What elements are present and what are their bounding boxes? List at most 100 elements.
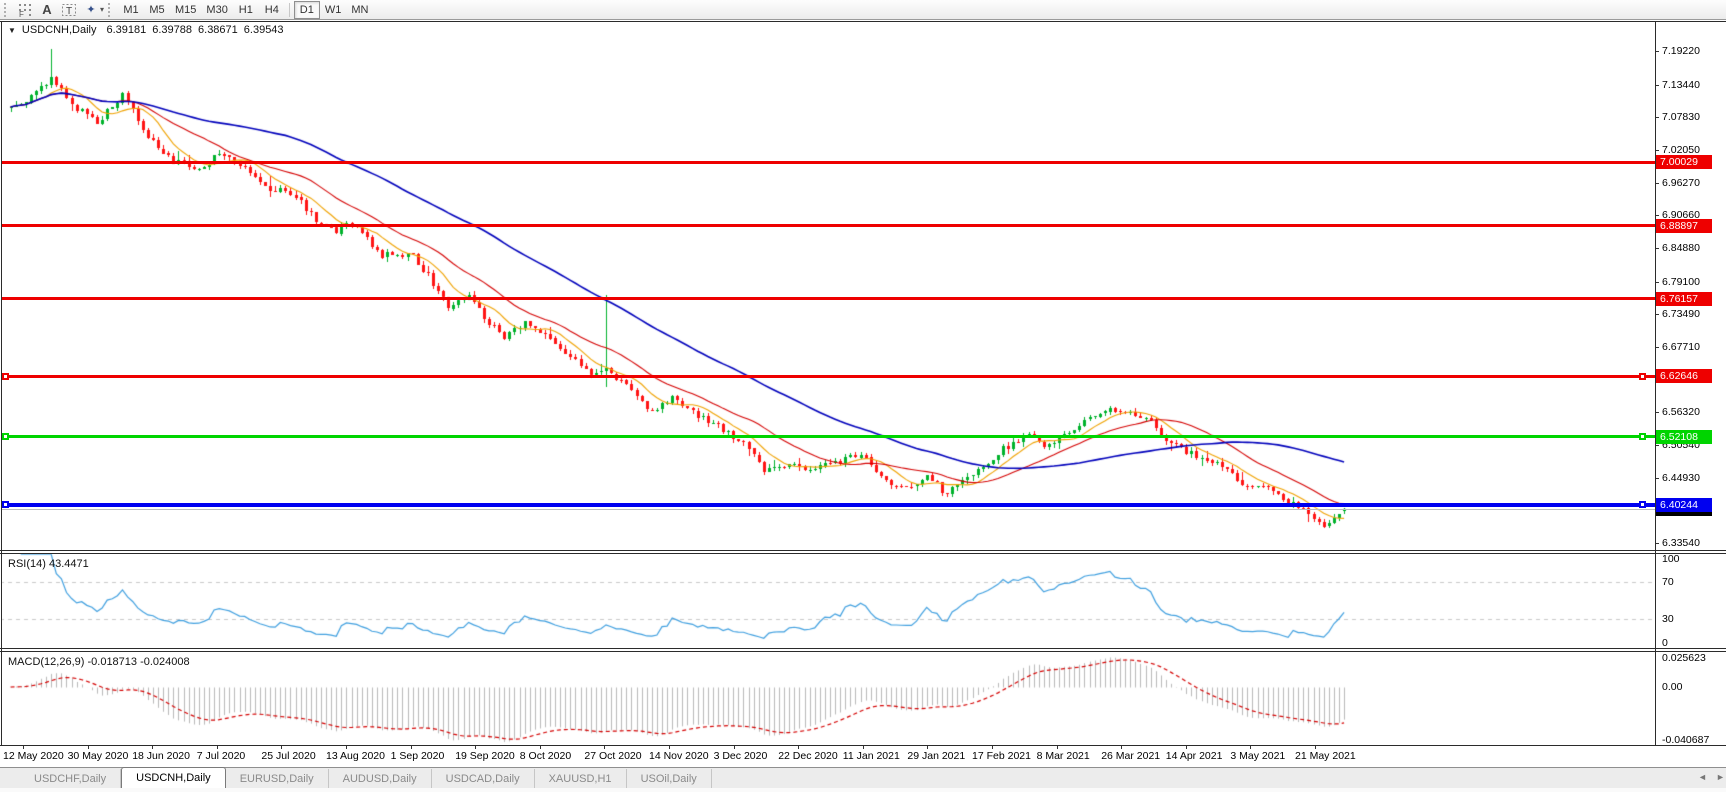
tab-usdchf[interactable]: USDCHF,Daily: [20, 769, 121, 788]
date-tick: [475, 746, 476, 749]
date-label: 3 May 2021: [1230, 750, 1285, 762]
date-tick: [217, 746, 218, 749]
date-tick: [346, 746, 347, 749]
date-tick: [1121, 746, 1122, 749]
symbol-period-label: USDCNH,Daily: [22, 24, 97, 36]
axis-separator[interactable]: [1655, 21, 1656, 746]
macd-scale-0.025623: 0.025623: [1662, 652, 1706, 664]
rsi-top-border: [0, 553, 1726, 554]
price-chip-6.88897: 6.88897: [1656, 219, 1712, 233]
hline-handle-left[interactable]: [2, 373, 9, 380]
date-label: 26 Mar 2021: [1101, 750, 1160, 762]
price-tick-label: 6.73490: [1662, 308, 1700, 320]
date-label: 1 Sep 2020: [391, 750, 445, 762]
rsi-label: RSI(14) 43.4471: [8, 558, 89, 570]
date-label: 14 Apr 2021: [1166, 750, 1223, 762]
date-label: 8 Mar 2021: [1037, 750, 1090, 762]
date-tick: [1250, 746, 1251, 749]
ohlc-high: 6.39788: [152, 24, 192, 36]
date-label: 11 Jan 2021: [843, 750, 900, 762]
date-label: 19 Sep 2020: [455, 750, 515, 762]
hline-handle-right[interactable]: [1639, 501, 1646, 508]
price-tick-label: 6.33540: [1662, 537, 1700, 549]
price-chip-7.00029: 7.00029: [1656, 155, 1712, 169]
date-tick: [540, 746, 541, 749]
hline-handle-left[interactable]: [2, 433, 9, 440]
date-tick: [863, 746, 864, 749]
hline-6.88897[interactable]: [2, 224, 1655, 227]
date-label: 3 Dec 2020: [714, 750, 768, 762]
rsi-scale-70: 70: [1662, 576, 1674, 588]
date-tick: [1186, 746, 1187, 749]
collapse-arrow-icon[interactable]: ▼: [8, 26, 16, 35]
tab-usdcnh[interactable]: USDCNH,Daily: [121, 767, 226, 788]
tab-scroll-right-icon[interactable]: ►: [1716, 772, 1725, 782]
price-tick-label: 7.07830: [1662, 111, 1700, 123]
date-tick: [281, 746, 282, 749]
date-tick: [604, 746, 605, 749]
hline-6.40244[interactable]: [2, 503, 1655, 507]
tab-usoil[interactable]: USOil,Daily: [627, 769, 712, 788]
hline-7.00029[interactable]: [2, 161, 1655, 164]
price-chip-6.40244: 6.40244: [1656, 498, 1712, 512]
date-tick: [798, 746, 799, 749]
date-tick: [669, 746, 670, 749]
price-tick-label: 7.19220: [1662, 45, 1700, 57]
date-label: 17 Feb 2021: [972, 750, 1031, 762]
hline-handle-right[interactable]: [1639, 433, 1646, 440]
date-label: 22 Dec 2020: [778, 750, 838, 762]
tab-xauusd[interactable]: XAUUSD,H1: [535, 769, 627, 788]
date-label: 27 Oct 2020: [584, 750, 641, 762]
tabbar-bottom-strip: [0, 788, 1726, 792]
date-tick: [88, 746, 89, 749]
tab-usdcad[interactable]: USDCAD,Daily: [432, 769, 535, 788]
price-chip-6.62646: 6.62646: [1656, 369, 1712, 383]
ohlc-close: 6.39543: [244, 24, 284, 36]
price-tick-label: 6.56320: [1662, 406, 1700, 418]
date-label: 29 Jan 2021: [907, 750, 965, 762]
macd-top-border: [0, 651, 1726, 652]
date-label: 14 Nov 2020: [649, 750, 709, 762]
price-chip-6.52108: 6.52108: [1656, 430, 1712, 444]
rsi-bottom-border[interactable]: [0, 648, 1726, 649]
tab-scroll-left-icon[interactable]: ◄: [1698, 772, 1707, 782]
date-tick: [23, 746, 24, 749]
ohlc-low: 6.38671: [198, 24, 238, 36]
hline-6.76157[interactable]: [2, 297, 1655, 300]
macd-scale-0.00: 0.00: [1662, 681, 1682, 693]
hline-6.52108[interactable]: [2, 435, 1655, 438]
date-tick: [152, 746, 153, 749]
macd-main-value: -0.018713: [87, 656, 137, 668]
date-label: 21 May 2021: [1295, 750, 1356, 762]
date-tick: [734, 746, 735, 749]
hline-handle-left[interactable]: [2, 501, 9, 508]
date-tick: [1057, 746, 1058, 749]
date-tick: [992, 746, 993, 749]
date-label: 30 May 2020: [68, 750, 129, 762]
chart-title: ▼ USDCNH,Daily 6.39181 6.39788 6.38671 6…: [8, 24, 284, 36]
date-tick: [927, 746, 928, 749]
rsi-scale-30: 30: [1662, 613, 1674, 625]
time-axis[interactable]: 12 May 202030 May 202018 Jun 20207 Jul 2…: [0, 746, 1726, 767]
chart-plot-area[interactable]: [0, 0, 1726, 792]
hline-6.62646[interactable]: [2, 375, 1655, 378]
main-bottom-border[interactable]: [0, 550, 1726, 551]
date-label: 13 Aug 2020: [326, 750, 385, 762]
hline-handle-right[interactable]: [1639, 373, 1646, 380]
price-tick-label: 6.44930: [1662, 472, 1700, 484]
price-tick-label: 6.67710: [1662, 341, 1700, 353]
date-tick: [1315, 746, 1316, 749]
rsi-scale-100: 100: [1662, 553, 1680, 565]
terminal-window: F A T ✦ ▾ M1M5M15M30H1H4D1W1MN ▼ USDCNH,…: [0, 0, 1726, 792]
price-chip-6.76157: 6.76157: [1656, 292, 1712, 306]
tab-audusd[interactable]: AUDUSD,Daily: [329, 769, 432, 788]
tab-eurusd[interactable]: EURUSD,Daily: [226, 769, 329, 788]
price-tick-label: 6.79100: [1662, 276, 1700, 288]
macd-label: MACD(12,26,9) -0.018713 -0.024008: [8, 656, 190, 668]
date-label: 25 Jul 2020: [261, 750, 315, 762]
macd-signal-value: -0.024008: [140, 656, 190, 668]
chart-top-border: [0, 21, 1726, 22]
rsi-value: 43.4471: [49, 558, 89, 570]
price-tick-label: 7.13440: [1662, 79, 1700, 91]
date-label: 18 Jun 2020: [132, 750, 190, 762]
